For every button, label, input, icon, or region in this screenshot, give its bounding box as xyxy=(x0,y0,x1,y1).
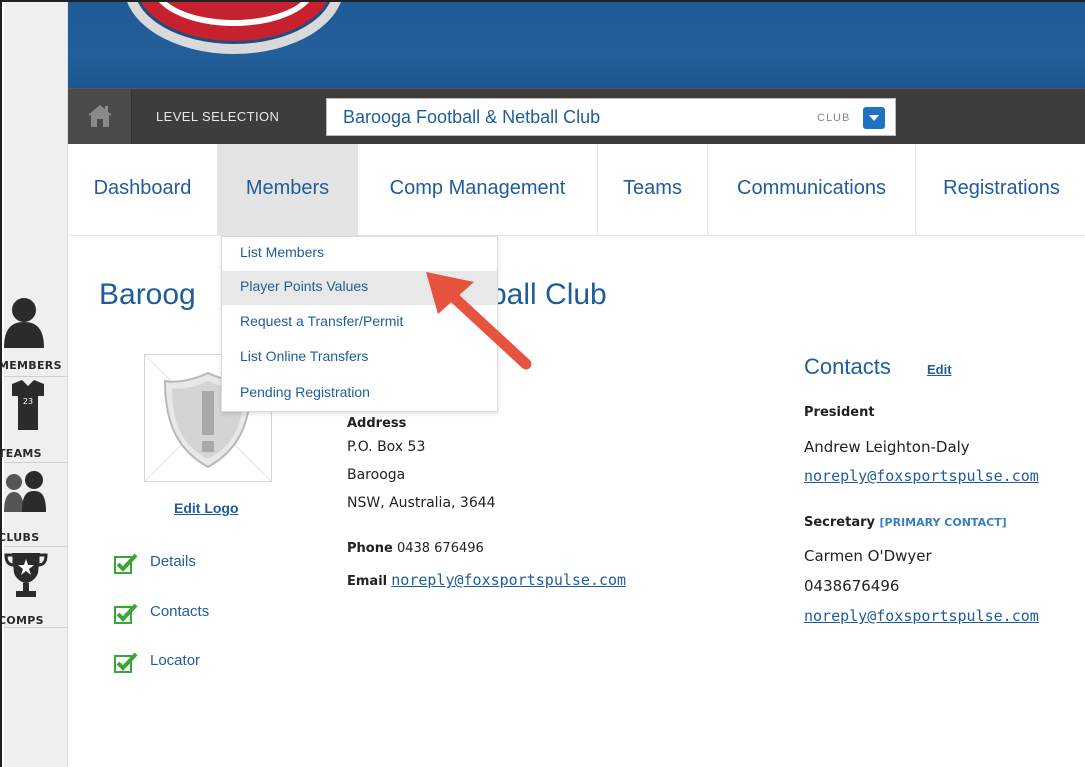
jersey-number: 23 xyxy=(23,397,33,406)
president-email-link[interactable]: noreply@foxsportspulse.com xyxy=(804,467,1039,485)
phone-value: 0438 676496 xyxy=(396,541,484,556)
checkbox-checked-icon xyxy=(114,652,138,673)
group-icon xyxy=(4,471,46,512)
menu-item-list-members[interactable]: List Members xyxy=(222,237,497,271)
secretary-email-link[interactable]: noreply@foxsportspulse.com xyxy=(804,607,1039,625)
email-link[interactable]: noreply@foxsportspulse.com xyxy=(391,571,626,589)
club-logo-ring xyxy=(152,2,316,26)
rail-item-clubs[interactable]: CLUBS xyxy=(2,464,68,544)
contacts-heading: Contacts xyxy=(804,354,891,379)
president-role: President xyxy=(804,405,875,420)
level-selection-bar: LEVEL SELECTION Barooga Football & Netba… xyxy=(68,88,1085,145)
address-heading: Address xyxy=(347,416,407,431)
rail-label-clubs: CLUBS xyxy=(0,531,40,544)
checkbox-checked-icon xyxy=(114,553,138,574)
checklist-label: Details xyxy=(150,553,196,570)
email-label: Email xyxy=(347,574,388,589)
rail-item-comps[interactable]: COMPS xyxy=(2,547,68,627)
person-icon xyxy=(4,298,44,348)
primary-contact-note: [PRIMARY CONTACT] xyxy=(879,516,1007,529)
checklist-label: Contacts xyxy=(150,603,210,620)
trophy-icon xyxy=(4,553,48,597)
annotation-arrow-icon xyxy=(426,272,532,370)
home-icon xyxy=(88,105,112,127)
phone-label: Phone xyxy=(347,541,393,556)
secretary-phone: 0438676496 xyxy=(804,577,900,595)
header-banner xyxy=(68,2,1085,88)
secretary-role: Secretary xyxy=(804,515,875,530)
jersey-icon: 23 xyxy=(12,380,44,430)
rail-label-teams: TEAMS xyxy=(0,447,42,460)
menu-item-pending-registration[interactable]: Pending Registration xyxy=(222,377,497,411)
rail-label-members: MEMBERS xyxy=(0,359,62,372)
rail-divider xyxy=(4,627,68,628)
rail-divider xyxy=(4,462,68,463)
checkbox-checked-icon xyxy=(114,603,138,624)
club-logo-badge xyxy=(124,2,344,54)
checklist-label: Locator xyxy=(150,652,201,669)
page-title-start: Baroog xyxy=(99,278,196,311)
rail-item-teams[interactable]: 23 TEAMS xyxy=(2,380,68,460)
phone-row: Phone 0438 676496 xyxy=(347,541,484,556)
main-nav: Dashboard Members Comp Management Teams … xyxy=(68,144,1085,236)
email-row: Email noreply@foxsportspulse.com xyxy=(347,571,626,589)
address-line: P.O. Box 53 xyxy=(347,439,426,455)
nav-comp-management[interactable]: Comp Management xyxy=(358,144,598,236)
secretary-name: Carmen O'Dwyer xyxy=(804,547,932,565)
secretary-role-row: Secretary [PRIMARY CONTACT] xyxy=(804,515,1007,530)
left-rail: MEMBERS 23 TEAMS CLUBS COMPS xyxy=(2,2,68,767)
edit-logo-link[interactable]: Edit Logo xyxy=(174,500,239,516)
level-select-value: Barooga Football & Netball Club xyxy=(343,107,601,127)
nav-dashboard[interactable]: Dashboard xyxy=(68,144,218,236)
nav-members[interactable]: Members xyxy=(218,144,358,236)
level-select[interactable]: Barooga Football & Netball Club CLUB xyxy=(326,98,896,136)
level-type-tag: CLUB xyxy=(817,112,851,124)
nav-registrations[interactable]: Registrations xyxy=(916,144,1085,236)
level-selection-label: LEVEL SELECTION xyxy=(156,109,280,124)
rail-item-members[interactable]: MEMBERS xyxy=(2,292,68,372)
nav-teams[interactable]: Teams xyxy=(598,144,708,236)
address-line: NSW, Australia, 3644 xyxy=(347,495,496,511)
contacts-edit-link[interactable]: Edit xyxy=(927,362,952,377)
home-button[interactable] xyxy=(68,89,132,145)
app-window: MEMBERS 23 TEAMS CLUBS COMPS LEVEL SELEC… xyxy=(0,0,1085,767)
president-name: Andrew Leighton-Daly xyxy=(804,438,970,456)
address-line: Barooga xyxy=(347,467,406,483)
nav-communications[interactable]: Communications xyxy=(708,144,916,236)
chevron-down-icon[interactable] xyxy=(863,107,885,129)
rail-label-comps: COMPS xyxy=(0,614,44,627)
rail-divider xyxy=(4,376,68,377)
